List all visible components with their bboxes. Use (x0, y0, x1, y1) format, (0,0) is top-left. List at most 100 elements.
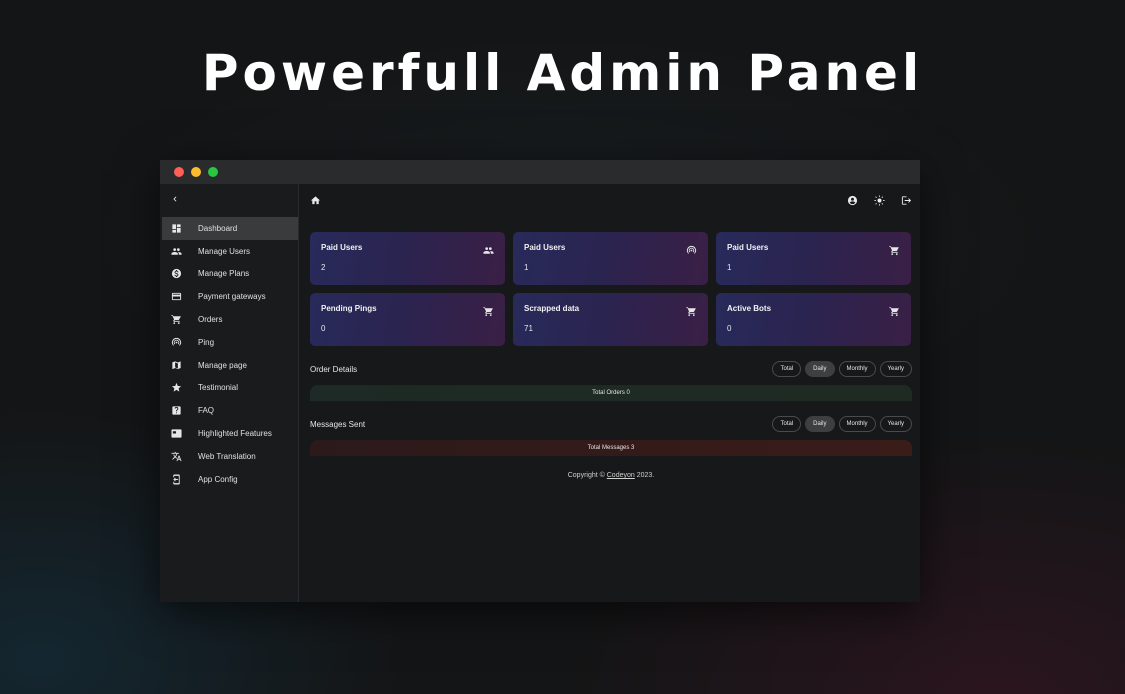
sidebar-item-ping[interactable]: Ping (162, 331, 298, 354)
messages-filter-yearly[interactable]: Yearly (879, 416, 912, 432)
sidebar-item-label: Highlighted Features (198, 429, 272, 439)
theme-toggle-button[interactable] (874, 194, 885, 206)
account-button[interactable] (847, 195, 858, 206)
sidebar-item-label: App Config (198, 474, 238, 484)
sidebar-item-orders[interactable]: Orders (162, 308, 298, 331)
sidebar-item-payment-gateways[interactable]: Payment gateways (162, 285, 298, 308)
app-config-icon (172, 474, 180, 485)
ping-icon (171, 337, 181, 346)
orders-summary-bar: Total Orders 0 (310, 385, 912, 401)
cart-icon (170, 314, 181, 325)
window-minimize-button[interactable] (191, 167, 201, 177)
sidebar-item-faq[interactable]: FAQ (162, 399, 298, 422)
topbar (310, 184, 912, 216)
cart-icon (686, 306, 696, 317)
stat-card-title: Paid Users (321, 243, 363, 252)
stat-card-title: Paid Users (524, 243, 566, 252)
window-close-button[interactable] (174, 167, 184, 177)
sidebar-item-label: Dashboard (198, 223, 238, 233)
stat-card: Pending Pings 0 (310, 293, 505, 346)
sidebar-item-app-config[interactable]: App Config (162, 468, 298, 491)
sidebar-item-label: FAQ (198, 406, 215, 416)
orders-filter-monthly[interactable]: Monthly (838, 361, 876, 377)
orders-filter-total[interactable]: Total (772, 361, 802, 377)
messages-filters: Total Daily Monthly Yearly (772, 416, 912, 432)
sun-icon (874, 194, 885, 206)
messages-filter-total[interactable]: Total (772, 416, 802, 432)
sidebar-item-label: Manage Users (198, 246, 251, 256)
orders-filters: Total Daily Monthly Yearly (772, 361, 912, 377)
sidebar-item-manage-plans[interactable]: Manage Plans (162, 263, 298, 286)
sidebar-item-label: Ping (198, 337, 215, 347)
stat-card-icon (889, 243, 900, 261)
stat-card-title: Paid Users (727, 243, 769, 252)
messages-filter-daily[interactable]: Daily (805, 416, 835, 432)
orders-filter-daily[interactable]: Daily (805, 361, 835, 377)
sidebar-collapse-button[interactable] (160, 184, 298, 214)
sidebar-item-dashboard[interactable]: Dashboard (162, 217, 298, 240)
sidebar-item-label: Testimonial (198, 383, 239, 393)
stat-card-icon (889, 304, 900, 322)
sidebar-item-highlighted-features[interactable]: Highlighted Features (162, 422, 298, 445)
sidebar-item-manage-users[interactable]: Manage Users (162, 240, 298, 263)
stats-cards: Paid Users 2 Paid Users 1 Paid Users 1 P… (310, 232, 912, 346)
window-maximize-button[interactable] (208, 167, 218, 177)
sidebar: Dashboard Manage Users Manage Plans Paym… (160, 184, 299, 602)
messages-section-header: Messages Sent Total Daily Monthly Yearly (310, 416, 912, 432)
translate-icon-wrap (170, 450, 182, 462)
credit-card-icon (171, 293, 181, 301)
dollar-icon (171, 269, 181, 279)
sidebar-item-manage-page[interactable]: Manage page (162, 354, 298, 377)
home-icon (310, 195, 321, 204)
stat-card-value: 0 (727, 324, 732, 333)
stat-card: Paid Users 1 (513, 232, 708, 285)
logout-button[interactable] (901, 195, 912, 206)
footer-link[interactable]: Codeyon (607, 472, 635, 479)
stat-card-icon (686, 304, 697, 322)
chevron-left-icon (173, 196, 177, 202)
map-icon (171, 361, 181, 369)
orders-filter-yearly[interactable]: Yearly (879, 361, 912, 377)
dashboard-icon (171, 224, 181, 233)
stat-card: Active Bots 0 (716, 293, 911, 346)
hero-title: Powerfull Admin Panel (201, 44, 924, 102)
credit-card-icon-wrap (170, 291, 182, 303)
home-button[interactable] (310, 195, 321, 206)
messages-summary-bar: Total Messages 3 (310, 440, 912, 456)
stat-card-value: 1 (524, 263, 529, 272)
orders-section-title: Order Details (310, 364, 358, 374)
star-icon-wrap (170, 382, 182, 394)
footer-prefix: Copyright © (567, 472, 607, 479)
topbar-actions (847, 194, 912, 206)
messages-filter-monthly[interactable]: Monthly (838, 416, 876, 432)
feature-icon (170, 429, 182, 438)
orders-section-header: Order Details Total Daily Monthly Yearly (310, 361, 912, 377)
question-icon-wrap (170, 405, 182, 417)
stat-card: Paid Users 2 (310, 232, 505, 285)
sidebar-item-label: Manage Plans (198, 269, 250, 279)
question-icon (171, 406, 181, 415)
cart-icon-wrap (170, 314, 182, 326)
stat-card-value: 0 (321, 324, 326, 333)
messages-section-title: Messages Sent (310, 419, 366, 429)
cart-icon (483, 306, 493, 317)
feature-icon-wrap (170, 428, 182, 440)
sidebar-item-testimonial[interactable]: Testimonial (162, 377, 298, 400)
app-body: Dashboard Manage Users Manage Plans Paym… (160, 184, 920, 602)
sidebar-item-web-translation[interactable]: Web Translation (162, 445, 298, 468)
sidebar-nav: Dashboard Manage Users Manage Plans Paym… (160, 217, 298, 491)
stat-card-title: Pending Pings (321, 304, 377, 313)
stat-card-icon (483, 243, 494, 261)
stat-card-icon (686, 243, 697, 261)
stat-card-title: Scrapped data (524, 304, 580, 313)
stat-card: Scrapped data 71 (513, 293, 708, 346)
sidebar-item-label: Web Translation (198, 451, 256, 461)
ping-icon (686, 245, 697, 254)
stat-card-title: Active Bots (727, 304, 772, 313)
cart-icon (889, 306, 899, 317)
people-icon (170, 247, 182, 255)
dollar-icon-wrap (170, 268, 182, 280)
cart-icon (889, 245, 899, 256)
main-content: Paid Users 2 Paid Users 1 Paid Users 1 P… (299, 184, 920, 602)
window-titlebar (160, 160, 920, 184)
